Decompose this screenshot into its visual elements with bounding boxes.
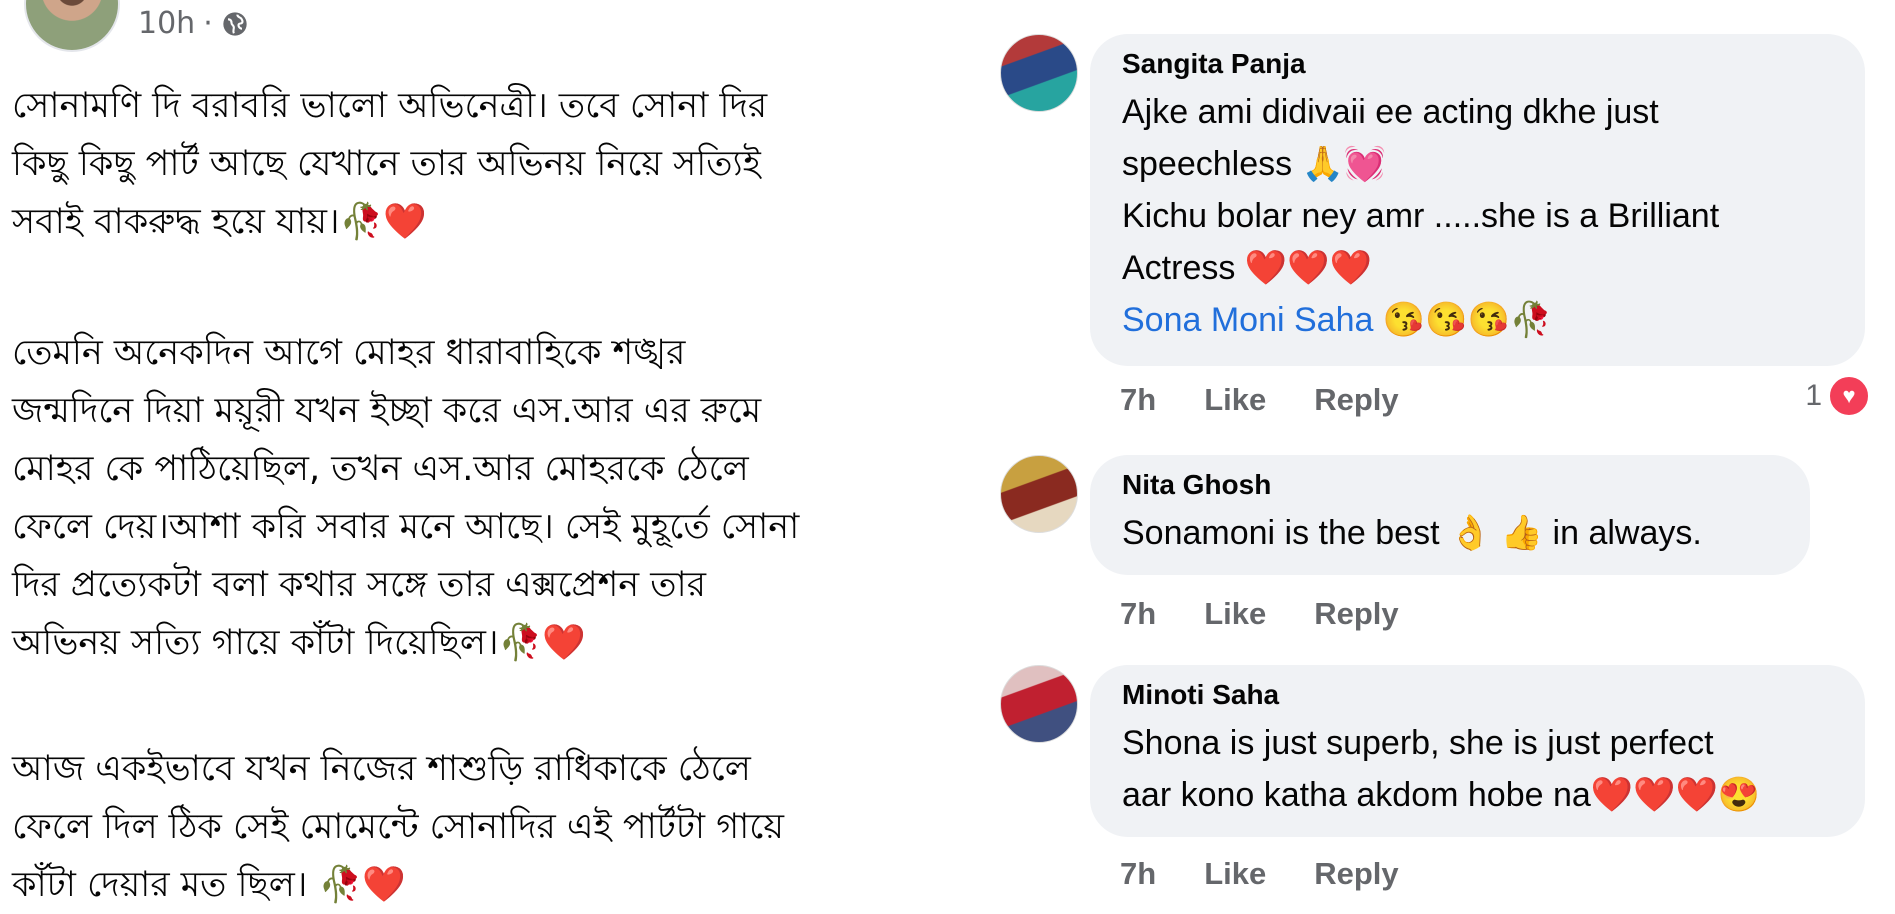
- like-button[interactable]: Like: [1204, 856, 1266, 892]
- comment-actions: 7h Like Reply: [1120, 382, 1399, 418]
- post-panel: 10h · সোনামণি দি বরাবরি ভালো অভিনেত্রী। …: [0, 0, 960, 905]
- comment-time[interactable]: 7h: [1120, 596, 1156, 632]
- globe-icon: [223, 11, 247, 36]
- commenter-name[interactable]: Nita Ghosh: [1122, 469, 1780, 501]
- comment-bubble: Sangita Panja Ajke ami didivaii ee actin…: [1090, 34, 1865, 366]
- mention-link[interactable]: Sona Moni Saha: [1122, 301, 1373, 339]
- meta-separator: ·: [203, 6, 213, 41]
- comment-text-line: Actress ❤️❤️❤️: [1122, 249, 1372, 287]
- comment-mention-line: Sona Moni Saha 😘😘😘🥀: [1122, 294, 1835, 346]
- post-author-avatar[interactable]: [24, 0, 120, 52]
- comment-bubble: Minoti Saha Shona is just superb, she is…: [1090, 665, 1865, 837]
- reply-button[interactable]: Reply: [1314, 382, 1398, 418]
- comment-text-line: Sonamoni is the best 👌 👍 in always.: [1122, 514, 1702, 552]
- post-paragraph-3: আজ একইভাবে যখন নিজের শাশুড়ি রাধিকাকে ঠে…: [12, 749, 784, 905]
- like-button[interactable]: Like: [1204, 596, 1266, 632]
- comment-avatar[interactable]: [1000, 455, 1078, 533]
- comment-bubble: Nita Ghosh Sonamoni is the best 👌 👍 in a…: [1090, 455, 1810, 575]
- mention-suffix: 😘😘😘🥀: [1373, 301, 1553, 339]
- comment-text-line: Kichu bolar ney amr .....she is a Brilli…: [1122, 197, 1720, 235]
- post-meta: 10h ·: [138, 6, 249, 41]
- reaction-count: 1: [1805, 379, 1822, 412]
- comments-panel: Sangita Panja Ajke ami didivaii ee actin…: [990, 0, 1895, 901]
- post-paragraph-2: তেমনি অনেকদিন আগে মোহর ধারাবাহিকে শঙ্খর …: [12, 333, 800, 663]
- reaction-summary[interactable]: 1 ♥: [1805, 375, 1870, 417]
- comment-text-line: aar kono katha akdom hobe na❤️❤️❤️😍: [1122, 776, 1761, 814]
- heart-icon: ♥: [1828, 375, 1870, 417]
- reply-button[interactable]: Reply: [1314, 596, 1398, 632]
- post-paragraph-1: সোনামণি দি বরাবরি ভালো অভিনেত্রী। তবে সো…: [12, 86, 768, 242]
- commenter-name[interactable]: Minoti Saha: [1122, 679, 1835, 711]
- comment-actions: 7h Like Reply: [1120, 596, 1399, 632]
- comment-text-line: Ajke ami didivaii ee acting dkhe just: [1122, 93, 1659, 131]
- comment-time[interactable]: 7h: [1120, 382, 1156, 418]
- comment-text-line: speechless 🙏💓: [1122, 145, 1387, 183]
- comment-avatar[interactable]: [1000, 34, 1078, 112]
- commenter-name[interactable]: Sangita Panja: [1122, 48, 1835, 80]
- comment-text-line: Shona is just superb, she is just perfec…: [1122, 724, 1714, 762]
- comment-actions: 7h Like Reply: [1120, 856, 1399, 892]
- reply-button[interactable]: Reply: [1314, 856, 1398, 892]
- post-time[interactable]: 10h: [138, 6, 195, 41]
- like-button[interactable]: Like: [1204, 382, 1266, 418]
- comment-avatar[interactable]: [1000, 665, 1078, 743]
- comment-time[interactable]: 7h: [1120, 856, 1156, 892]
